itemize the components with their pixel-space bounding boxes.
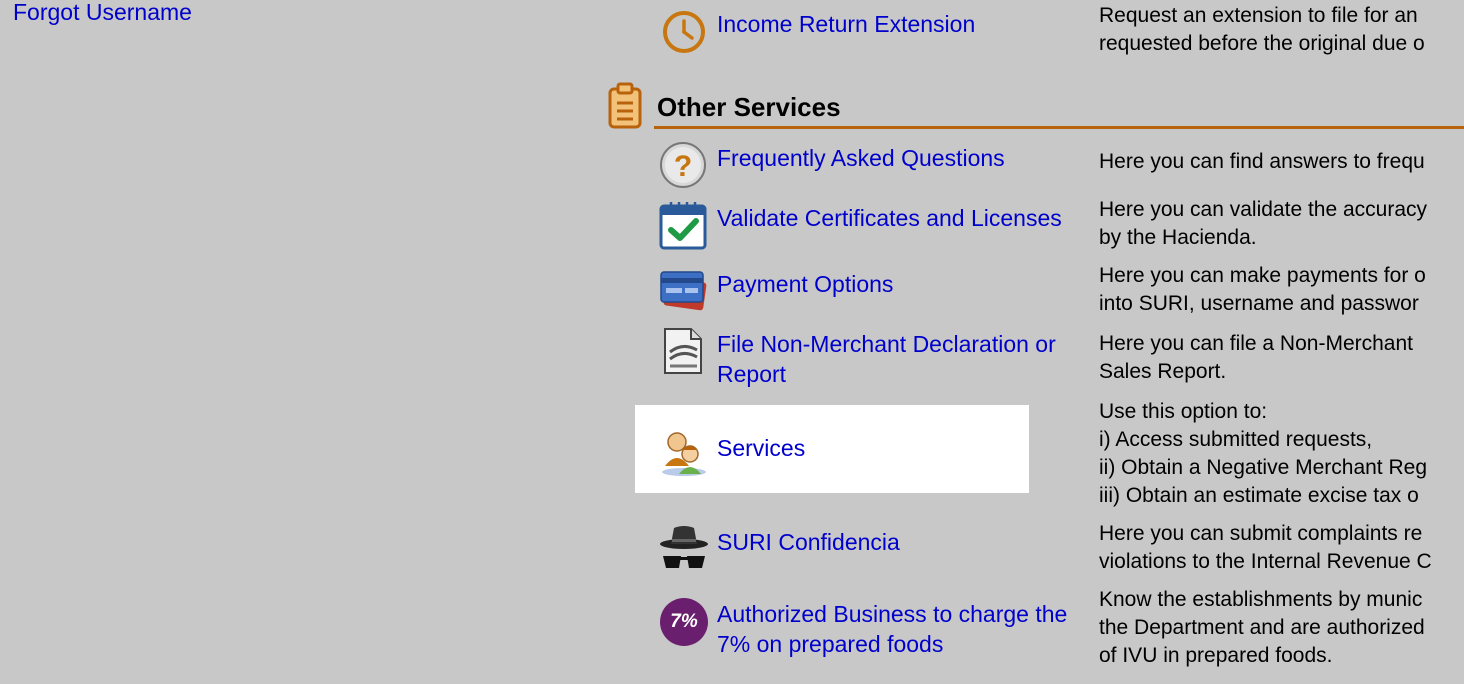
description-line: Sales Report. [1099,360,1227,383]
section-divider [654,126,1464,129]
faq-description: Here you can find answers to frequ [1099,148,1425,176]
services-description: Use this option to: i) Access submitted … [1099,398,1427,510]
description-line: Request an extension to file for an [1099,4,1418,27]
calendar-check-icon[interactable] [659,200,709,250]
description-line: the Department and are authorized [1099,616,1425,639]
income-return-extension-link[interactable]: Income Return Extension [717,9,975,39]
description-line: i) Access submitted requests, [1099,428,1373,451]
description-line: Here you can make payments for o [1099,264,1426,287]
authorized-business-link[interactable]: Authorized Business to charge the 7% on … [717,599,1067,659]
clock-icon[interactable] [661,9,707,55]
payment-options-link[interactable]: Payment Options [717,269,893,299]
users-icon[interactable] [659,428,709,478]
description-line: ii) Obtain a Negative Merchant Reg [1099,456,1427,479]
spy-icon[interactable] [659,524,709,574]
description-line: violations to the Internal Revenue C [1099,550,1432,573]
suri-confidencia-description: Here you can submit complaints re violat… [1099,520,1432,576]
description-line: Here you can file a Non-Merchant [1099,332,1413,355]
description-line: of IVU in prepared foods. [1099,644,1333,667]
link-line[interactable]: Authorized Business to charge the [717,599,1067,629]
faq-link[interactable]: Frequently Asked Questions [717,143,1005,173]
description-line: Here you can find answers to frequ [1099,150,1425,173]
description-line: iii) Obtain an estimate excise tax o [1099,484,1419,507]
validate-certificates-link[interactable]: Validate Certificates and Licenses [717,203,1062,233]
section-title: Other Services [657,92,841,122]
link-line[interactable]: File Non-Merchant Declaration or [717,329,1056,359]
description-line: Here you can validate the accuracy [1099,198,1428,221]
validate-certificates-description: Here you can validate the accuracy by th… [1099,196,1427,252]
link-line[interactable]: Validate Certificates and Licenses [717,203,1062,233]
link-line[interactable]: Services [717,433,805,463]
authorized-business-description: Know the establishments by munic the Dep… [1099,586,1425,670]
income-return-extension-description: Request an extension to file for an requ… [1099,2,1425,58]
link-line[interactable]: Frequently Asked Questions [717,143,1005,173]
seven-percent-badge-icon[interactable]: 7% [660,598,708,646]
description-line: Use this option to: [1099,400,1268,423]
file-non-merchant-link[interactable]: File Non-Merchant Declaration or Report [717,329,1056,389]
badge-text: 7% [670,611,698,632]
clipboard-icon [608,82,642,129]
payment-options-description: Here you can make payments for o into SU… [1099,262,1426,318]
services-link[interactable]: Services [717,433,805,463]
file-non-merchant-description: Here you can file a Non-Merchant Sales R… [1099,330,1413,386]
link-line[interactable]: Payment Options [717,269,893,299]
credit-card-icon[interactable] [659,266,709,316]
link-line[interactable]: Report [717,359,1056,389]
description-line: into SURI, username and passwor [1099,292,1419,315]
forgot-username-link[interactable]: Forgot Username [13,0,192,27]
svg-text:?: ? [674,150,692,183]
question-mark-icon[interactable]: ? [659,141,709,191]
description-line: by the Hacienda. [1099,226,1257,249]
document-icon[interactable] [659,326,709,376]
link-line[interactable]: 7% on prepared foods [717,629,1067,659]
description-line: Know the establishments by munic [1099,588,1423,611]
suri-confidencia-link[interactable]: SURI Confidencia [717,527,900,557]
link-line[interactable]: SURI Confidencia [717,527,900,557]
description-line: Here you can submit complaints re [1099,522,1423,545]
description-line: requested before the original due o [1099,32,1425,55]
